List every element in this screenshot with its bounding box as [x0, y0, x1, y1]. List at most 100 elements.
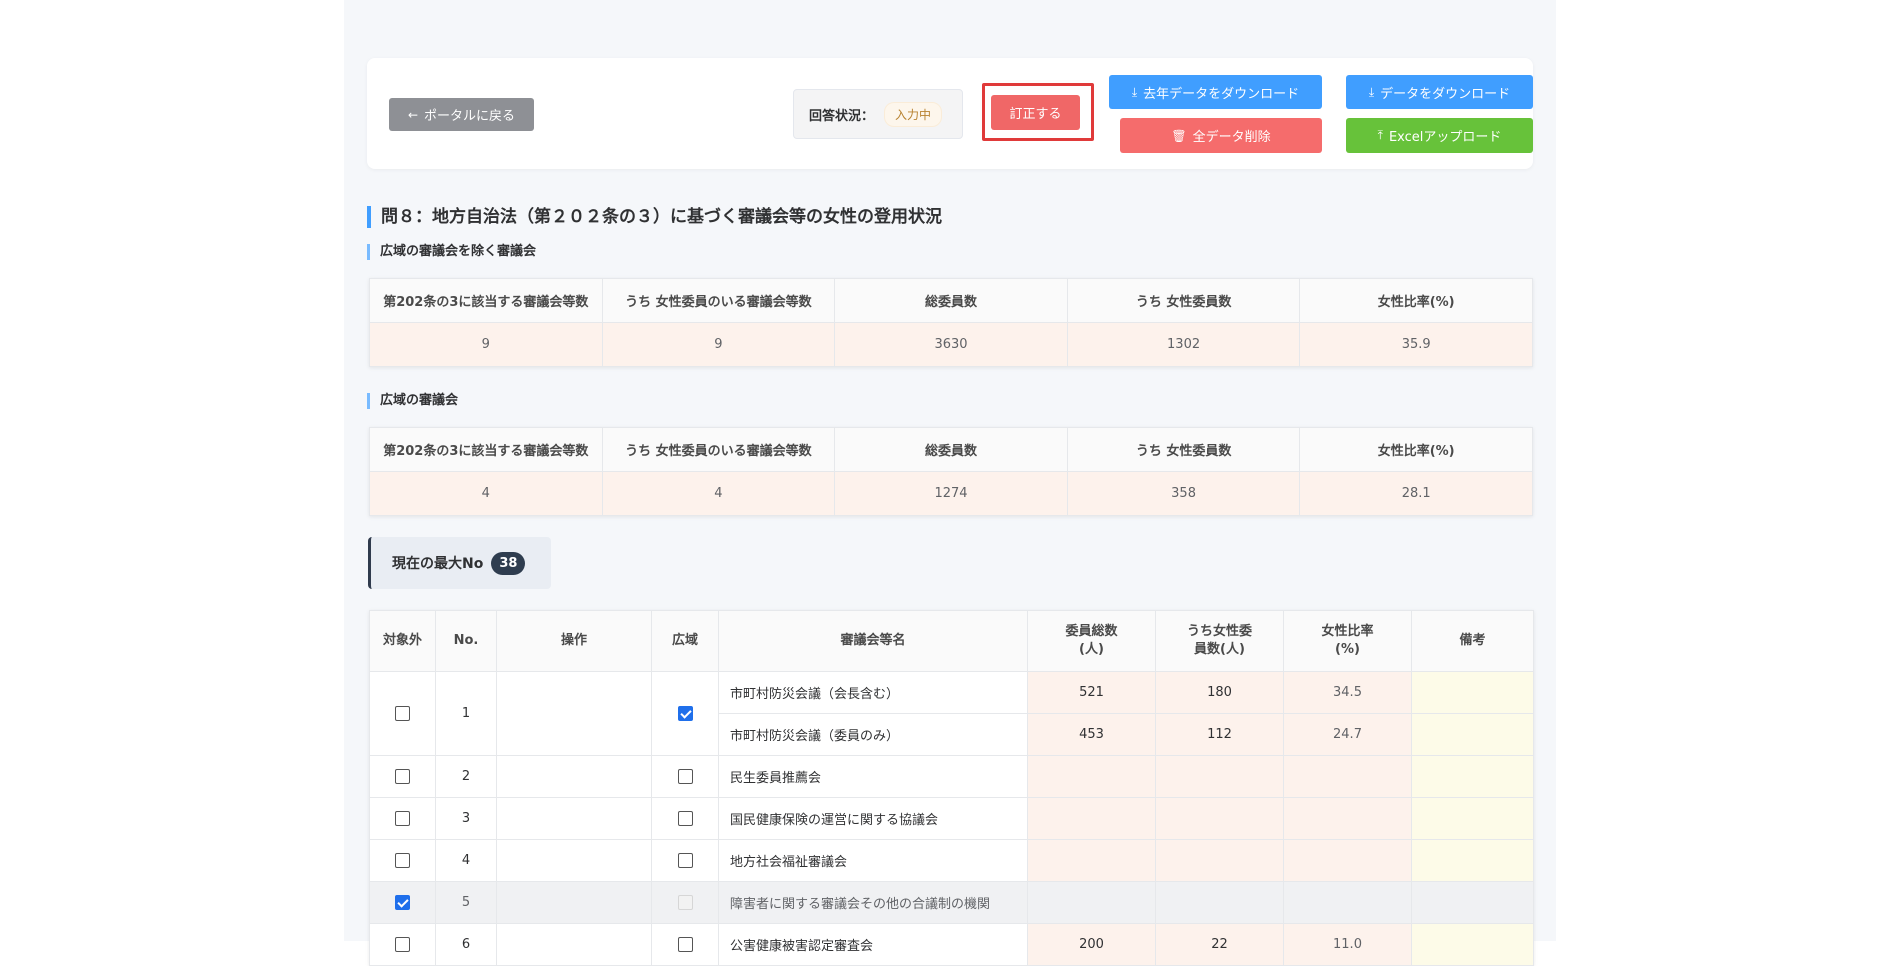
total-members-input[interactable]: 521: [1027, 671, 1156, 714]
delete-all-button[interactable]: 🗑 全データ削除: [1120, 118, 1322, 153]
wide-summary-table: 第202条の3に該当する審議会等数 うち 女性委員のいる審議会等数 総委員数 う…: [369, 427, 1533, 516]
delete-all-label: 全データ削除: [1192, 130, 1271, 145]
council-name: 市町村防災会議（会長含む）: [718, 671, 1028, 714]
excel-upload-label: Excelアップロード: [1388, 130, 1502, 145]
correct-button-label: 訂正する: [1009, 107, 1062, 122]
col-header-note: 備考: [1411, 610, 1534, 672]
wide-checkbox: [677, 895, 693, 910]
wide-cell: [651, 671, 719, 756]
wide-checkbox[interactable]: [677, 706, 693, 721]
note-input[interactable]: [1411, 839, 1534, 882]
summary-value: 4: [369, 471, 603, 516]
total-members-input[interactable]: 200: [1027, 923, 1156, 966]
download-data-button[interactable]: ⤓ データをダウンロード: [1346, 75, 1533, 109]
ops-cell: [496, 671, 652, 756]
col-header-female-line1: うち女性委: [1186, 624, 1252, 639]
excluded-cell: [369, 797, 436, 840]
summary-value: 35.9: [1299, 322, 1533, 367]
summary-header: うち 女性委員のいる審議会等数: [601, 278, 836, 323]
female-members-input[interactable]: [1155, 797, 1284, 840]
table-header-row: 対象外 No. 操作 広域 審議会等名 委員総数 (人) うち女性委 員数(人) 女…: [369, 610, 1534, 672]
download-last-year-button[interactable]: ⤓ 去年データをダウンロード: [1109, 75, 1322, 109]
ops-cell: [496, 839, 652, 882]
summary-header: 女性比率(%): [1299, 278, 1533, 323]
wide-checkbox[interactable]: [677, 853, 693, 868]
summary-value: 9: [369, 322, 603, 367]
col-header-excluded: 対象外: [369, 610, 436, 672]
female-members-input[interactable]: [1155, 839, 1284, 882]
back-to-portal-button[interactable]: ← ポータルに戻る: [389, 98, 534, 131]
wide-checkbox[interactable]: [677, 811, 693, 826]
status-badge: 入力中: [884, 101, 943, 127]
wide-checkbox[interactable]: [677, 769, 693, 784]
total-members-input[interactable]: [1027, 755, 1156, 798]
total-members-input[interactable]: 453: [1027, 713, 1156, 756]
summary-header: 第202条の3に該当する審議会等数: [369, 278, 603, 323]
excluded-checkbox[interactable]: [395, 937, 410, 952]
female-members-input: [1155, 881, 1284, 924]
col-header-rate-line2: (%): [1335, 642, 1360, 657]
excluded-checkbox[interactable]: [395, 895, 410, 910]
upload-icon: ⤒: [1377, 128, 1383, 142]
col-header-female: うち女性委 員数(人): [1155, 610, 1284, 672]
col-header-total: 委員総数 (人): [1027, 610, 1156, 672]
back-to-portal-label: ポータルに戻る: [424, 109, 516, 124]
col-header-ops: 操作: [496, 610, 652, 672]
max-no-indicator: 現在の最大No 38: [368, 537, 551, 589]
excluded-cell: [369, 839, 436, 882]
table-row: 6 公害健康被害認定審査会 200 22 11.0: [369, 923, 1534, 966]
page-content: ← ポータルに戻る 回答状況： 入力中 訂正する ⤓ 去年データをダウンロード …: [344, 0, 1556, 966]
excluded-checkbox[interactable]: [395, 811, 410, 826]
table-row: 4 地方社会福祉審議会: [369, 839, 1534, 882]
summary-value: 9: [601, 322, 836, 367]
summary-header: うち 女性委員のいる審議会等数: [601, 427, 836, 472]
female-members-input[interactable]: 180: [1155, 671, 1284, 714]
excluded-checkbox[interactable]: [395, 706, 410, 721]
excluded-cell: [369, 755, 436, 798]
note-input[interactable]: [1411, 797, 1534, 840]
excluded-checkbox[interactable]: [395, 853, 410, 868]
summary-value: 1302: [1066, 322, 1301, 367]
table-row: 5 障害者に関する審議会その他の合議制の機関: [369, 881, 1534, 924]
note-input[interactable]: [1411, 923, 1534, 966]
wide-checkbox[interactable]: [677, 937, 693, 952]
summary-header-row: 第202条の3に該当する審議会等数 うち 女性委員のいる審議会等数 総委員数 う…: [369, 278, 1533, 323]
download-last-year-label: 去年データをダウンロード: [1143, 86, 1300, 102]
wide-cell: [651, 881, 719, 924]
ops-cell: [496, 881, 652, 924]
non-wide-summary-title: 広域の審議会を除く審議会: [367, 244, 536, 260]
action-toolbar: ← ポータルに戻る 回答状況： 入力中 訂正する ⤓ 去年データをダウンロード …: [367, 58, 1533, 169]
note-input[interactable]: [1411, 755, 1534, 798]
correct-button[interactable]: 訂正する: [991, 95, 1080, 130]
summary-value: 3630: [834, 322, 1068, 367]
excluded-checkbox[interactable]: [395, 769, 410, 784]
summary-value: 4: [601, 471, 836, 516]
note-input[interactable]: [1411, 671, 1534, 714]
excel-upload-button[interactable]: ⤒ Excelアップロード: [1346, 118, 1533, 153]
col-header-rate: 女性比率 (%): [1283, 610, 1412, 672]
no-cell: 6: [435, 923, 497, 966]
table-row: 3 国民健康保険の運営に関する協議会: [369, 797, 1534, 840]
total-members-input[interactable]: [1027, 797, 1156, 840]
summary-header: 総委員数: [834, 278, 1068, 323]
summary-value: 358: [1066, 471, 1301, 516]
female-members-input[interactable]: [1155, 755, 1284, 798]
note-input[interactable]: [1411, 713, 1534, 756]
no-cell: 3: [435, 797, 497, 840]
arrow-left-icon: ←: [407, 107, 419, 122]
summary-header: うち 女性委員数: [1066, 427, 1301, 472]
col-header-total-line1: 委員総数: [1065, 624, 1118, 639]
max-no-badge: 38: [491, 551, 526, 575]
non-wide-summary-table: 第202条の3に該当する審議会等数 うち 女性委員のいる審議会等数 総委員数 う…: [369, 278, 1533, 367]
total-members-input: [1027, 881, 1156, 924]
total-members-input[interactable]: [1027, 839, 1156, 882]
female-rate: 24.7: [1283, 713, 1412, 756]
no-cell: 1: [435, 671, 497, 756]
ops-cell: [496, 755, 652, 798]
female-rate: [1283, 797, 1412, 840]
female-members-input[interactable]: 22: [1155, 923, 1284, 966]
female-members-input[interactable]: 112: [1155, 713, 1284, 756]
col-header-total-line2: (人): [1079, 642, 1104, 657]
answer-status-label: 回答状況：: [809, 108, 875, 124]
female-rate: 11.0: [1283, 923, 1412, 966]
